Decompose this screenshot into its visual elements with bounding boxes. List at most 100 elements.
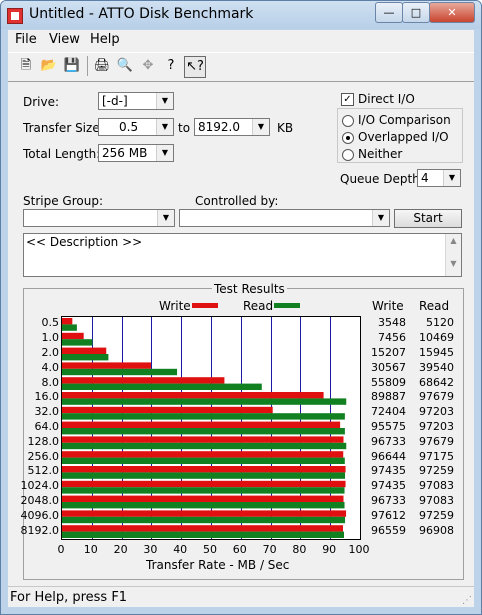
chevron-down-icon: ▼ [156,93,173,109]
chevron-down-icon: ▼ [157,210,174,226]
transfer-size-row-label: 64.0 [34,420,60,433]
menu-file[interactable]: File [15,32,37,47]
help-icon[interactable]: ? [161,56,181,76]
read-value: 97203 [419,405,454,419]
queue-depth-select[interactable]: 4 ▼ [417,169,461,187]
transfer-size-row-label: 512.0 [27,464,60,478]
read-value: 97083 [419,494,454,507]
menu-view[interactable]: View [49,32,80,47]
chevron-down-icon: ▼ [252,119,269,135]
print-icon[interactable]: 🖨 [92,56,112,76]
menu-bar: File View Help [8,30,474,50]
controlled-by-label: Controlled by: [195,194,279,208]
resize-grip-icon[interactable]: ⋰ [462,595,472,606]
read-value: 15945 [419,346,454,359]
drive-value: [-d-] [102,94,128,108]
x-tick-label: 100 [348,543,370,556]
neither-label: Neither [358,147,403,161]
overlapped-io-radio[interactable] [342,132,354,144]
toolbar-separator [87,56,88,76]
write-bar-64.0 [62,421,341,428]
transfer-size-to-select[interactable]: 8192.0 ▼ [194,118,270,136]
io-comparison-radio[interactable] [342,115,354,127]
save-icon[interactable]: 💾 [62,56,82,76]
x-tick-label: 20 [113,543,128,556]
read-bar-8192.0 [62,531,345,538]
test-results-group: Test Results Write Read Write Read Trans… [21,282,464,580]
scroll-up-icon[interactable]: ▲ [446,236,461,245]
write-bar-1024.0 [62,480,346,488]
write-bar-8.0 [62,377,225,384]
transfer-size-row-label: 0.5 [41,316,60,330]
read-bar-256.0 [62,457,345,464]
read-value: 96908 [419,523,454,537]
read-value: 5120 [426,316,454,330]
write-value: 7456 [378,331,406,345]
read-value: 97679 [419,434,454,448]
neither-radio[interactable] [342,149,354,161]
x-tick-label: 10 [83,543,98,556]
controlled-by-select[interactable]: ▼ [179,209,390,227]
read-bar-128.0 [62,442,347,450]
chevron-down-icon: ▼ [443,170,460,186]
write-bar-1.0 [62,332,84,340]
scroll-down-icon[interactable]: ▼ [446,259,461,268]
total-length-value: 256 MB [102,146,148,160]
chevron-down-icon: ▼ [156,119,173,135]
drive-select[interactable]: [-d-] ▼ [98,92,174,110]
write-value: 96733 [371,494,406,507]
write-bar-256.0 [62,451,344,458]
write-bar-512.0 [62,466,346,473]
new-icon[interactable]: 🗎 [16,56,36,76]
write-value: 96559 [371,523,406,537]
read-bar-0.5 [62,324,77,331]
print-preview-icon[interactable]: 🔍 [115,56,135,76]
write-value: 96644 [371,449,406,463]
x-tick-label: 60 [232,543,247,556]
transfer-size-row-label: 8192.0 [20,523,60,537]
x-tick-label: 90 [322,543,337,556]
main-panel: Drive: [-d-] ▼ Transfer Size: 0.5 ▼ to 8… [8,82,474,584]
close-button[interactable]: ✕ [429,2,475,23]
context-help-icon[interactable]: ↖? [184,56,206,78]
description-scrollbar[interactable]: ▲ ▼ [445,234,461,276]
maximize-button[interactable]: □ [402,2,430,23]
drive-label: Drive: [23,95,60,109]
read-value: 10469 [419,331,454,345]
start-button[interactable]: Start [394,209,462,228]
menu-help[interactable]: Help [90,32,120,47]
transfer-size-row-label: 8.0 [41,375,60,389]
direct-io-checkbox[interactable]: ✓ [341,93,354,106]
description-box[interactable]: << Description >> ▲ ▼ [23,233,462,277]
minimize-button[interactable]: — [375,2,403,23]
read-bar-2048.0 [62,502,345,509]
x-tick-label: 40 [173,543,188,556]
move-icon[interactable]: ✥ [138,56,158,76]
legend-read-label: Read [243,299,274,313]
read-bar-4.0 [62,368,178,376]
read-bar-4096.0 [62,516,346,524]
transfer-size-from-select[interactable]: 0.5 ▼ [98,118,174,136]
write-value: 97435 [371,464,406,478]
transfer-size-row-label: 2.0 [41,346,60,359]
chart-svg [62,317,347,539]
transfer-size-label: Transfer Size: [23,121,104,135]
transfer-size-row-label: 256.0 [27,449,60,463]
title-bar[interactable]: Untitled - ATTO Disk Benchmark — □ ✕ [1,1,481,29]
write-value: 72404 [371,405,406,419]
total-length-label: Total Length: [23,147,101,161]
read-value: 97259 [419,508,454,522]
read-bar-64.0 [62,428,345,435]
app-window: Untitled - ATTO Disk Benchmark — □ ✕ Fil… [0,0,482,615]
write-bar-32.0 [62,406,273,414]
write-bar-2048.0 [62,495,344,502]
open-icon[interactable]: 📂 [39,56,59,76]
legend-write-label: Write [159,299,191,313]
read-value: 97259 [419,464,454,478]
queue-depth-value: 4 [421,171,429,185]
write-value: 15207 [371,346,406,359]
total-length-select[interactable]: 256 MB ▼ [98,144,174,162]
x-tick-label: 0 [57,543,65,556]
legend-write-swatch [192,303,218,308]
stripe-group-select[interactable]: ▼ [23,209,175,227]
